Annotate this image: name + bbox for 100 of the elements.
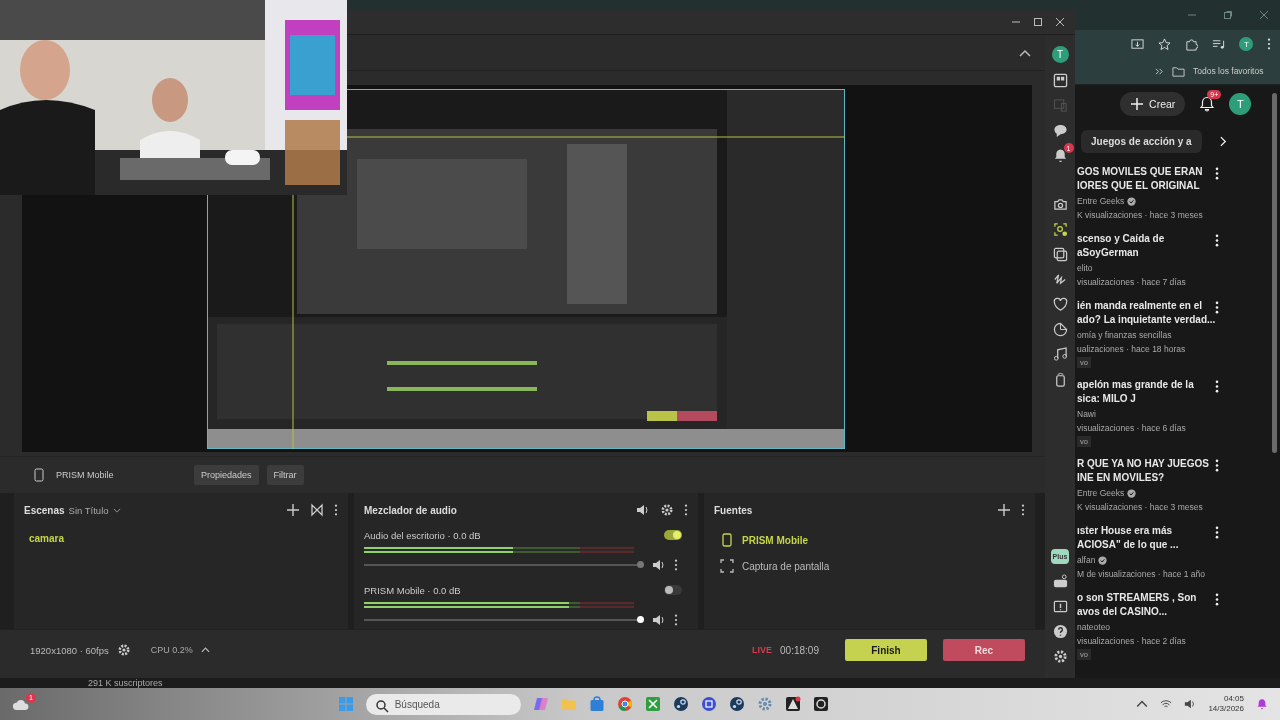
speaker-icon[interactable] (1184, 698, 1197, 710)
channel-name[interactable]: nateoteo (1077, 621, 1111, 634)
add-icon[interactable] (997, 503, 1011, 517)
search-field[interactable]: Búsqueda (365, 693, 521, 715)
video-title[interactable]: o son STREAMERS , Son avos del CASINO... (1077, 591, 1197, 619)
channel-name[interactable]: Entre Geeks (1077, 487, 1125, 500)
toggle-switch[interactable] (664, 530, 682, 540)
chevrons-icon[interactable] (1155, 66, 1164, 76)
collapse-icon[interactable] (1019, 48, 1031, 57)
source-button[interactable]: Filtrar (266, 465, 304, 485)
more-icon[interactable] (1215, 593, 1220, 606)
phone-icon (720, 533, 734, 547)
expand-icon[interactable] (200, 647, 210, 653)
video-title[interactable]: ién manda realmente en el ado? La inquietante verdad... (1077, 299, 1216, 327)
close-icon[interactable] (1259, 10, 1270, 20)
more-icon[interactable] (684, 504, 688, 516)
settings-icon[interactable] (116, 643, 131, 657)
create-button[interactable]: Crear (1120, 92, 1186, 116)
chevron-right-icon[interactable] (1219, 135, 1227, 147)
media-icon[interactable] (1212, 37, 1226, 51)
bell-icon[interactable] (1052, 148, 1068, 163)
source-name: PRISM Mobile (56, 470, 115, 480)
panel-title: Mezclador de audio (364, 504, 457, 516)
cloud-icon[interactable] (12, 697, 30, 711)
close-icon[interactable] (1055, 17, 1065, 27)
source-item[interactable]: Captura de pantalla (742, 560, 830, 572)
camera-effect-icon[interactable] (1052, 222, 1068, 237)
restore-icon[interactable] (1223, 10, 1234, 20)
speaker-icon[interactable] (652, 558, 666, 572)
more-icon[interactable] (1215, 301, 1220, 314)
more-icon[interactable] (674, 559, 678, 571)
more-icon[interactable] (674, 614, 678, 626)
search-icon (374, 698, 389, 713)
steam-icon[interactable] (672, 696, 689, 712)
channel-label: PRISM Mobile · 0.0 dB (364, 584, 461, 596)
wifi-icon[interactable] (1160, 698, 1173, 710)
finish-button[interactable]: Finish (845, 639, 927, 661)
more-icon[interactable] (1267, 38, 1272, 50)
star-icon[interactable] (1158, 37, 1172, 51)
gamepad-icon[interactable] (1052, 574, 1068, 589)
install-icon[interactable] (1131, 37, 1145, 51)
steam-icon[interactable] (728, 696, 745, 712)
channel-name[interactable]: Entre Geeks (1077, 195, 1125, 208)
channel-name[interactable]: elito (1077, 262, 1093, 275)
prism-icon[interactable] (784, 696, 801, 712)
more-icon[interactable] (334, 504, 338, 516)
channel-name[interactable]: alfan (1077, 554, 1096, 567)
heart-icon[interactable] (1052, 297, 1068, 312)
speaker-icon[interactable] (636, 503, 650, 517)
source-button[interactable]: Propiedades (194, 465, 259, 485)
bookmark-folder[interactable]: Todos los favoritos (1193, 66, 1264, 76)
scrollbar[interactable] (1272, 93, 1278, 453)
clock-date[interactable]: 14/3/2026 (1208, 704, 1244, 714)
add-icon[interactable] (286, 503, 300, 517)
transition-icon[interactable] (310, 503, 324, 517)
more-icon[interactable] (1215, 234, 1220, 247)
video-meta: visualizaciones · hace 6 días (1077, 422, 1186, 435)
camera-app-icon[interactable] (812, 696, 829, 712)
category-chip[interactable]: Juegos de acción y a (1081, 129, 1202, 153)
signature-icon[interactable] (1052, 272, 1068, 287)
video-title[interactable]: GOS MOVILES QUE ERAN IORES QUE EL ORIGINAL (1077, 165, 1203, 193)
speaker-icon[interactable] (652, 613, 666, 627)
camera-icon[interactable] (1052, 197, 1068, 212)
layout-icon[interactable] (1052, 73, 1068, 88)
chrome-icon[interactable] (616, 696, 633, 712)
help-icon[interactable] (1052, 624, 1068, 639)
scene-collection-dropdown[interactable]: Sin Título (68, 504, 121, 516)
video-title[interactable]: ıster House era más ACIOSA" de lo que ... (1077, 524, 1179, 552)
more-icon[interactable] (1215, 380, 1220, 393)
record-button[interactable]: Rec (943, 639, 1025, 661)
elapsed-time: 00:18:09 (780, 644, 819, 656)
more-icon[interactable] (1215, 459, 1220, 472)
alert-icon[interactable] (1052, 599, 1068, 614)
toggle-switch[interactable] (664, 585, 682, 595)
extensions-icon[interactable] (1185, 37, 1199, 51)
video-title[interactable]: apelón mas grande de la sica: MILO J (1077, 378, 1194, 406)
subscriber-count: 291 K suscriptores (88, 678, 163, 688)
caret-up-icon[interactable] (1136, 698, 1149, 710)
more-icon[interactable] (1021, 504, 1025, 516)
music-icon[interactable] (1052, 347, 1068, 362)
video-title[interactable]: R QUE YA NO HAY JUEGOS INE EN MOVILES? (1077, 457, 1209, 485)
chat-icon[interactable] (1052, 123, 1068, 138)
channel-name[interactable]: Nawi (1077, 408, 1096, 421)
settings-icon[interactable] (1052, 649, 1068, 664)
maximize-icon[interactable] (1033, 17, 1043, 27)
more-icon[interactable] (1215, 526, 1220, 539)
video-title[interactable]: scenso y Caída de aSoyGerman (1077, 232, 1165, 260)
layers-icon[interactable] (1052, 247, 1068, 262)
source-item[interactable]: PRISM Mobile (742, 534, 809, 546)
folder-icon (1172, 64, 1185, 78)
verified-icon (1127, 197, 1137, 206)
clock-time[interactable]: 04:05 (1223, 694, 1244, 704)
xbox-icon[interactable] (644, 696, 661, 712)
settings-icon[interactable] (660, 503, 674, 517)
channel-name[interactable]: omía y finanzas sencillas (1077, 329, 1172, 342)
bell-icon[interactable] (1199, 96, 1216, 112)
more-icon[interactable] (1215, 167, 1220, 180)
video-meta: K visualizaciones · hace 3 meses (1077, 209, 1203, 222)
app-icon[interactable] (700, 696, 717, 712)
scene-item[interactable]: camara (24, 527, 338, 550)
